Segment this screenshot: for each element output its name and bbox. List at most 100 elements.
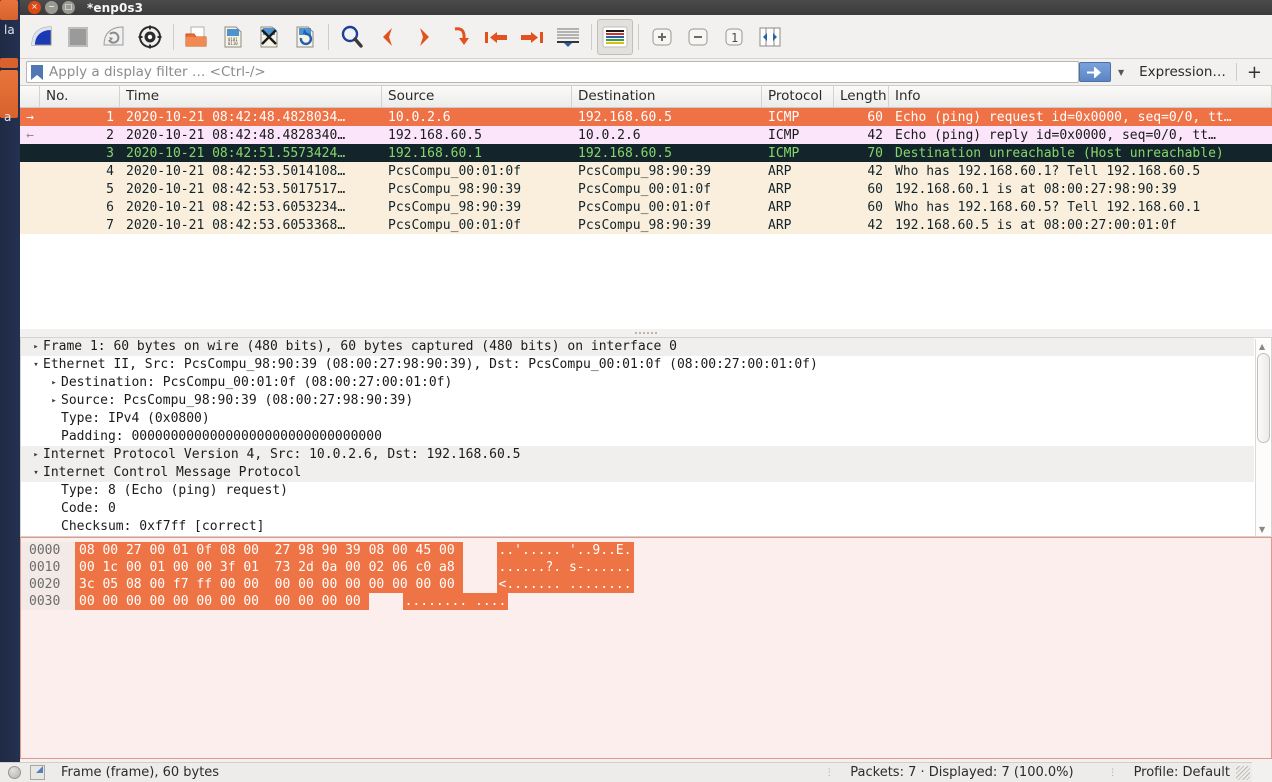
protocol-tree-item[interactable]: ▾ Ethernet II, Src: PcsCompu_98:90:39 (08… (21, 356, 1254, 374)
packet-list-rows[interactable]: → 1 2020-10-21 08:42:48.4828034… 10.0.2.6 19… (20, 108, 1272, 329)
go-to-packet-icon[interactable] (442, 19, 478, 55)
splitter-list-detail[interactable] (20, 329, 1272, 337)
packet-detail-pane[interactable]: ▸ Frame 1: 60 bytes on wire (480 bits), 6… (20, 337, 1272, 537)
protocol-tree-item[interactable]: ▸ Frame 1: 60 bytes on wire (480 bits), 6… (21, 338, 1254, 356)
chevron-right-icon[interactable]: ▸ (29, 446, 43, 464)
protocol-tree-item[interactable]: Type: IPv4 (0x0800) (21, 410, 1254, 428)
protocol-tree[interactable]: ▸ Frame 1: 60 bytes on wire (480 bits), 6… (21, 338, 1254, 536)
chevron-right-icon[interactable]: ▸ (29, 338, 43, 356)
protocol-tree-label: Padding: 0000000000000000000000000000000… (61, 429, 382, 444)
expert-info-icon[interactable] (8, 766, 21, 779)
bookmark-icon[interactable] (31, 64, 43, 80)
hex-line[interactable]: 0020 3c 05 08 00 f7 ff 00 00 00 00 00 00 … (21, 576, 1271, 593)
cell-info: Who has 192.168.60.1? Tell 192.168.60.5 (895, 163, 1201, 179)
protocol-tree-item[interactable]: ▸ Destination: PcsCompu_00:01:0f (08:00:2… (21, 374, 1254, 392)
scroll-down-icon[interactable]: ▼ (1259, 525, 1265, 534)
packet-list-header[interactable]: No. Time Source Destination Protocol Length In… (20, 86, 1272, 108)
save-file-icon[interactable]: 0101 0110 (215, 19, 251, 55)
column-header-proto[interactable]: Protocol (762, 86, 834, 107)
detail-scroll-thumb[interactable] (1257, 353, 1270, 443)
table-row[interactable]: 6 2020-10-21 08:42:53.6053234… PcsCompu_98… (20, 198, 1272, 216)
stop-capture-icon[interactable] (60, 19, 96, 55)
cell-time: 2020-10-21 08:42:48.4828034… (126, 109, 346, 125)
protocol-tree-item[interactable]: ▾ Internet Control Message Protocol (21, 464, 1254, 482)
protocol-tree-item[interactable]: Code: 0 (21, 500, 1254, 518)
chevron-down-icon[interactable]: ▾ (29, 464, 43, 482)
chevron-right-icon[interactable]: ▸ (47, 374, 61, 392)
filter-expression-button[interactable]: Expression… (1139, 64, 1226, 80)
open-file-icon[interactable] (179, 19, 215, 55)
maximize-icon[interactable]: □ (62, 1, 75, 14)
hex-line[interactable]: 0000 08 00 27 00 01 0f 08 00 27 98 90 39 … (21, 542, 1271, 559)
table-row[interactable]: 3 2020-10-21 08:42:51.5573424… 192.168.60.… (20, 144, 1272, 162)
table-row[interactable]: → 1 2020-10-21 08:42:48.4828034… 10.0.2.6 19… (20, 108, 1272, 126)
display-filter-input[interactable]: Apply a display filter … <Ctrl-/> (26, 61, 1080, 83)
close-file-icon[interactable] (251, 19, 287, 55)
packet-bytes-pane[interactable]: 0000 08 00 27 00 01 0f 08 00 27 98 90 39 … (20, 537, 1272, 759)
launcher-icon-files[interactable] (0, 0, 18, 20)
cell-no: 1 (106, 109, 114, 125)
find-packet-icon[interactable] (334, 19, 370, 55)
desktop-window-label-2: a (4, 110, 12, 124)
colorize-packets-icon[interactable] (597, 18, 633, 55)
table-row[interactable]: ← 2 2020-10-21 08:42:48.4828340… 192.168.60… (20, 126, 1272, 144)
cell-proto: ICMP (768, 145, 800, 161)
close-icon[interactable]: × (28, 1, 41, 14)
go-forward-icon[interactable] (406, 19, 442, 55)
zoom-out-icon[interactable] (680, 19, 716, 55)
zoom-in-icon[interactable] (644, 19, 680, 55)
cell-src: PcsCompu_98:90:39 (388, 199, 522, 215)
go-first-packet-icon[interactable] (478, 19, 514, 55)
go-last-packet-icon[interactable] (514, 19, 550, 55)
table-row[interactable]: 4 2020-10-21 08:42:53.5014108… PcsCompu_00… (20, 162, 1272, 180)
go-back-icon[interactable] (370, 19, 406, 55)
add-filter-button[interactable]: + (1247, 62, 1262, 83)
protocol-tree-item[interactable]: ▸ Internet Protocol Version 4, Src: 10.0.… (21, 446, 1254, 464)
minimize-icon[interactable]: − (45, 1, 58, 14)
table-row[interactable]: 7 2020-10-21 08:42:53.6053368… PcsCompu_00… (20, 216, 1272, 234)
close-glyph: × (31, 2, 38, 11)
hex-line[interactable]: 0030 00 00 00 00 00 00 00 00 00 00 00 00 … (21, 593, 1271, 610)
capture-options-icon[interactable] (132, 19, 168, 55)
chevron-right-icon[interactable]: ▸ (47, 392, 61, 410)
hex-gap (463, 542, 489, 559)
column-header-dst[interactable]: Destination (572, 86, 762, 107)
zoom-reset-icon[interactable]: 1 (716, 19, 752, 55)
detail-scrollbar[interactable]: ▲ ▼ (1255, 339, 1270, 536)
packet-list-pane[interactable]: No. Time Source Destination Protocol Length In… (20, 86, 1272, 329)
cell-proto: ICMP (768, 109, 800, 125)
cell-no: 7 (106, 217, 114, 233)
hex-offset: 0030 (21, 593, 75, 610)
restart-capture-icon[interactable] (96, 19, 132, 55)
protocol-tree-item[interactable]: Padding: 0000000000000000000000000000000… (21, 428, 1254, 446)
resize-columns-icon[interactable] (752, 19, 788, 55)
column-header-time[interactable]: Time (120, 86, 382, 107)
chevron-down-icon[interactable]: ▼ (1113, 62, 1129, 82)
chevron-down-icon[interactable]: ▾ (29, 356, 43, 374)
cell-info: 192.168.60.1 is at 08:00:27:98:90:39 (895, 181, 1177, 197)
column-header-no[interactable]: No. (40, 86, 120, 107)
protocol-tree-item[interactable]: Type: 8 (Echo (ping) request) (21, 482, 1254, 500)
column-header-info[interactable]: Info (889, 86, 1272, 107)
arrow-right-icon[interactable] (1079, 62, 1112, 82)
protocol-tree-item[interactable]: Checksum: 0xf7ff [correct] (21, 518, 1254, 536)
hex-dump[interactable]: 0000 08 00 27 00 01 0f 08 00 27 98 90 39 … (21, 538, 1271, 610)
protocol-tree-item[interactable]: ▸ Source: PcsCompu_98:90:39 (08:00:27:98:… (21, 392, 1254, 410)
capture-comment-icon[interactable] (30, 765, 45, 780)
column-header-len[interactable]: Length (834, 86, 889, 107)
display-filter-bar: Apply a display filter … <Ctrl-/> ▼ Expr… (20, 59, 1272, 86)
cell-src: PcsCompu_00:01:0f (388, 217, 522, 233)
column-header-src[interactable]: Source (382, 86, 572, 107)
resize-grip-icon[interactable] (1236, 765, 1250, 780)
table-row[interactable]: 5 2020-10-21 08:42:53.5017517… PcsCompu_98… (20, 180, 1272, 198)
reload-file-icon[interactable] (287, 19, 323, 55)
auto-scroll-icon[interactable] (550, 19, 586, 55)
hex-line[interactable]: 0010 00 1c 00 01 00 00 3f 01 73 2d 0a 00 … (21, 559, 1271, 576)
window-controls: × − □ (28, 1, 75, 14)
launcher-icon-terminal[interactable] (0, 58, 18, 68)
scroll-up-icon[interactable]: ▲ (1259, 342, 1265, 351)
start-capture-icon[interactable] (24, 19, 60, 55)
